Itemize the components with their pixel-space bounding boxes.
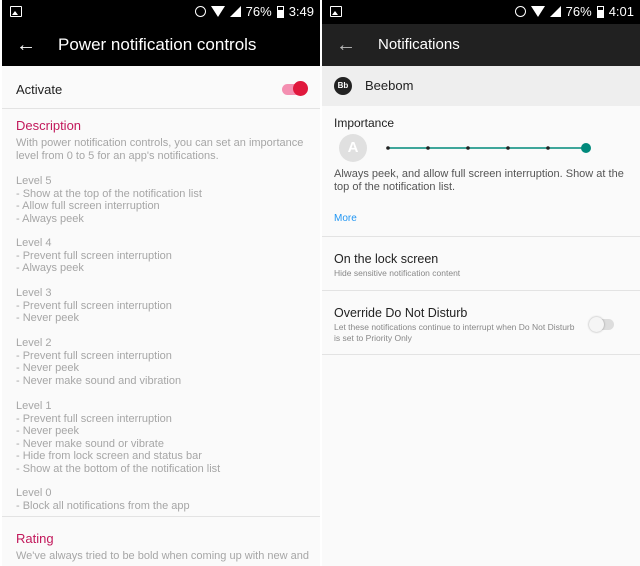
divider bbox=[2, 516, 320, 517]
battery-percent: 76% bbox=[245, 4, 272, 19]
left-screen: 76% 3:49 ← Power notification controls A… bbox=[2, 0, 320, 566]
app-bar: ← Power notification controls bbox=[2, 24, 320, 66]
rating-heading: Rating bbox=[16, 531, 54, 546]
signal-icon bbox=[229, 6, 241, 17]
battery-percent: 76% bbox=[565, 4, 592, 19]
level-3: Level 3 - Prevent full screen interrupti… bbox=[16, 287, 172, 324]
gallery-notification-icon bbox=[330, 6, 342, 17]
dnd-subtitle: Let these notifications continue to inte… bbox=[334, 322, 575, 343]
battery-icon bbox=[276, 5, 284, 18]
level-2: Level 2 - Prevent full screen interrupti… bbox=[16, 337, 182, 387]
dnd-toggle[interactable] bbox=[589, 316, 615, 332]
importance-badge: A bbox=[339, 134, 367, 162]
dnd-title: Override Do Not Disturb bbox=[334, 306, 468, 320]
divider bbox=[2, 108, 320, 109]
more-link[interactable]: More bbox=[334, 213, 357, 224]
slider-tick bbox=[546, 146, 550, 150]
app-header-row[interactable]: Bb Beebom bbox=[322, 66, 640, 106]
status-bar: 76% 3:49 bbox=[2, 0, 320, 24]
level-4: Level 4 - Prevent full screen interrupti… bbox=[16, 237, 172, 274]
gallery-notification-icon bbox=[10, 6, 22, 17]
divider bbox=[322, 290, 640, 291]
app-icon: Bb bbox=[334, 77, 352, 95]
slider-tick bbox=[466, 146, 470, 150]
signal-icon bbox=[549, 6, 561, 17]
status-bar: 76% 4:01 bbox=[322, 0, 640, 24]
lock-screen-title: On the lock screen bbox=[334, 252, 439, 266]
page-title: Power notification controls bbox=[58, 35, 257, 54]
lock-screen-subtitle: Hide sensitive notification content bbox=[334, 268, 461, 278]
slider-thumb[interactable] bbox=[581, 143, 591, 153]
description-heading: Description bbox=[16, 118, 82, 133]
activate-toggle[interactable] bbox=[282, 80, 308, 98]
divider bbox=[322, 354, 640, 355]
slider-tick bbox=[426, 146, 430, 150]
back-arrow-icon[interactable]: ← bbox=[16, 34, 36, 56]
slider-tick bbox=[506, 146, 510, 150]
right-screen: 76% 4:01 ← Notifications Bb Beebom Impor… bbox=[322, 0, 640, 566]
importance-label: Importance bbox=[334, 116, 395, 130]
clock: 3:49 bbox=[288, 4, 314, 19]
level-1: Level 1 - Prevent full screen interrupti… bbox=[16, 400, 221, 475]
activate-label: Activate bbox=[16, 82, 63, 97]
app-bar: ← Notifications bbox=[322, 24, 640, 66]
description-text: With power notification controls, you ca… bbox=[16, 137, 304, 162]
alarm-icon bbox=[194, 6, 206, 17]
level-5: Level 5 - Show at the top of the notific… bbox=[16, 175, 202, 225]
rating-text: We've always tried to be bold when comin… bbox=[16, 550, 309, 562]
page-title: Notifications bbox=[378, 36, 460, 53]
wifi-icon bbox=[530, 6, 545, 17]
wifi-icon bbox=[210, 6, 225, 17]
app-name: Beebom bbox=[365, 78, 414, 93]
lock-screen-row[interactable]: On the lock screen Hide sensitive notifi… bbox=[322, 237, 640, 287]
importance-description: Always peek, and allow full screen inter… bbox=[334, 168, 624, 193]
importance-slider[interactable] bbox=[380, 140, 595, 156]
battery-icon bbox=[596, 5, 604, 18]
alarm-icon bbox=[514, 6, 526, 17]
slider-tick bbox=[386, 146, 390, 150]
clock: 4:01 bbox=[608, 4, 634, 19]
back-arrow-icon[interactable]: ← bbox=[336, 34, 356, 56]
level-0: Level 0 - Block all notifications from t… bbox=[16, 487, 190, 512]
